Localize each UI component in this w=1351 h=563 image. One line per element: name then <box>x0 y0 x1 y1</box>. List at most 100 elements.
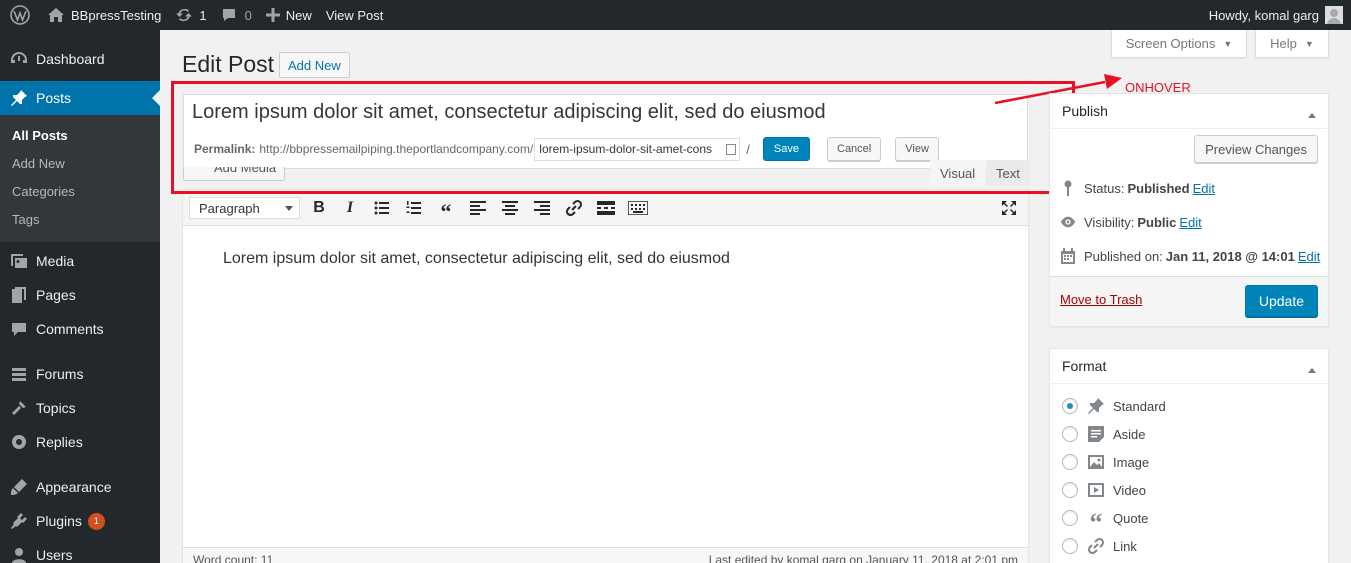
bullet-list-icon[interactable] <box>371 198 393 218</box>
tab-visual[interactable]: Visual <box>930 160 986 186</box>
submenu-add-new[interactable]: Add New <box>0 150 160 178</box>
edit-visibility-link[interactable]: Edit <box>1179 215 1201 230</box>
toolbar-toggle-icon[interactable] <box>627 198 649 218</box>
move-to-trash-link[interactable]: Move to Trash <box>1060 292 1142 307</box>
help-label: Help <box>1270 36 1297 51</box>
caret-up-icon[interactable] <box>1308 364 1316 373</box>
dashboard-icon <box>10 50 28 68</box>
comments-icon <box>10 320 28 338</box>
menu-plugins[interactable]: Plugins 1 <box>0 504 160 538</box>
add-new-button[interactable]: Add New <box>279 52 350 78</box>
radio-standard[interactable] <box>1062 398 1078 414</box>
view-post-link[interactable]: View Post <box>319 0 391 30</box>
radio-video[interactable] <box>1062 482 1078 498</box>
screen-options-button[interactable]: Screen Options ▼ <box>1111 30 1247 58</box>
add-media-label: Add Media <box>214 167 277 175</box>
menu-users[interactable]: Users <box>0 538 160 563</box>
comments-count: 0 <box>244 7 252 23</box>
radio-aside[interactable] <box>1062 426 1078 442</box>
numbered-list-icon[interactable] <box>403 198 425 218</box>
format-option-link[interactable]: Link <box>1062 536 1137 556</box>
site-name: BBpressTesting <box>71 7 162 23</box>
visibility-label: Visibility: <box>1084 214 1135 230</box>
slug-input[interactable]: lorem-ipsum-dolor-sit-amet-cons <box>534 137 741 161</box>
post-title-input[interactable]: Lorem ipsum dolor sit amet, consectetur … <box>192 101 826 124</box>
slug-cancel-button[interactable]: Cancel <box>827 137 882 161</box>
caret-up-icon[interactable] <box>1308 109 1316 118</box>
editor-toolbar: Paragraph B I “ <box>183 190 1028 226</box>
align-left-icon[interactable] <box>467 198 489 218</box>
format-label-image: Image <box>1113 454 1150 470</box>
menu-replies[interactable]: Replies <box>0 425 160 459</box>
new-content-link[interactable]: New <box>259 0 319 30</box>
format-option-quote[interactable]: “ Quote <box>1062 508 1148 537</box>
format-option-aside[interactable]: Aside <box>1062 424 1146 444</box>
publish-box-header[interactable]: Publish <box>1050 94 1328 129</box>
menu-replies-label: Replies <box>36 434 83 450</box>
publish-heading: Publish <box>1062 103 1108 119</box>
menu-dashboard[interactable]: Dashboard <box>0 42 160 76</box>
format-select[interactable]: Paragraph <box>189 197 300 219</box>
bold-icon[interactable]: B <box>308 198 330 218</box>
preview-changes-button[interactable]: Preview Changes <box>1194 135 1318 163</box>
menu-media[interactable]: Media <box>0 244 160 278</box>
slug-suffix: / <box>746 141 750 157</box>
wordpress-logo-icon[interactable] <box>0 0 40 30</box>
italic-icon[interactable]: I <box>339 198 361 218</box>
quote-icon: “ <box>1089 508 1103 537</box>
updates-link[interactable]: 1 <box>168 0 213 30</box>
video-icon <box>1086 480 1106 500</box>
help-button[interactable]: Help ▼ <box>1255 30 1329 58</box>
pin-icon <box>1086 396 1106 416</box>
format-box-header[interactable]: Format <box>1050 349 1328 384</box>
menu-comments-label: Comments <box>36 321 104 337</box>
menu-topics[interactable]: Topics <box>0 391 160 425</box>
menu-appearance[interactable]: Appearance <box>0 470 160 504</box>
menu-plugins-label: Plugins <box>36 513 82 529</box>
submenu-all-posts[interactable]: All Posts <box>0 122 160 150</box>
align-right-icon[interactable] <box>531 198 553 218</box>
update-button[interactable]: Update <box>1244 285 1318 317</box>
media-icon <box>10 252 28 270</box>
menu-dashboard-label: Dashboard <box>36 51 105 67</box>
edit-slug-box: Permalink: http://bbpressemailpiping.the… <box>183 130 1028 169</box>
tab-text[interactable]: Text <box>986 160 1030 186</box>
comments-link[interactable]: 0 <box>214 0 259 30</box>
howdy-text: Howdy, komal garg <box>1208 7 1319 23</box>
menu-posts[interactable]: Posts <box>0 81 160 115</box>
radio-link[interactable] <box>1062 538 1078 554</box>
format-label-link: Link <box>1113 538 1137 554</box>
submenu-categories[interactable]: Categories <box>0 178 160 206</box>
radio-image[interactable] <box>1062 454 1078 470</box>
menu-comments[interactable]: Comments <box>0 312 160 346</box>
site-name-link[interactable]: BBpressTesting <box>40 0 168 30</box>
eye-icon <box>1060 214 1076 230</box>
view-post-button[interactable]: View <box>895 137 939 161</box>
submenu-tags[interactable]: Tags <box>0 206 160 234</box>
avatar <box>1325 6 1343 24</box>
format-option-video[interactable]: Video <box>1062 480 1146 500</box>
radio-quote[interactable] <box>1062 510 1078 526</box>
read-more-icon[interactable] <box>595 198 617 218</box>
pages-icon <box>10 286 28 304</box>
users-icon <box>10 546 28 563</box>
image-icon <box>1086 452 1106 472</box>
format-option-image[interactable]: Image <box>1062 452 1149 472</box>
format-option-standard[interactable]: Standard <box>1062 396 1166 416</box>
blockquote-icon[interactable]: “ <box>435 198 457 224</box>
slug-save-button[interactable]: Save <box>762 137 810 161</box>
menu-forums[interactable]: Forums <box>0 357 160 391</box>
fullscreen-icon[interactable] <box>998 198 1020 218</box>
edit-status-link[interactable]: Edit <box>1193 181 1215 196</box>
editor-content[interactable]: Lorem ipsum dolor sit amet, consectetur … <box>223 250 730 268</box>
menu-media-label: Media <box>36 253 75 269</box>
caret-down-icon: ▼ <box>1223 38 1233 49</box>
caret-down-icon <box>285 206 293 215</box>
link-icon[interactable] <box>563 198 585 218</box>
my-account[interactable]: Howdy, komal garg <box>1209 6 1351 24</box>
align-center-icon[interactable] <box>499 198 521 218</box>
add-media-button[interactable]: Add Media <box>183 167 285 181</box>
menu-pages[interactable]: Pages <box>0 278 160 312</box>
edit-date-link[interactable]: Edit <box>1298 249 1320 264</box>
menu-topics-label: Topics <box>36 400 76 416</box>
